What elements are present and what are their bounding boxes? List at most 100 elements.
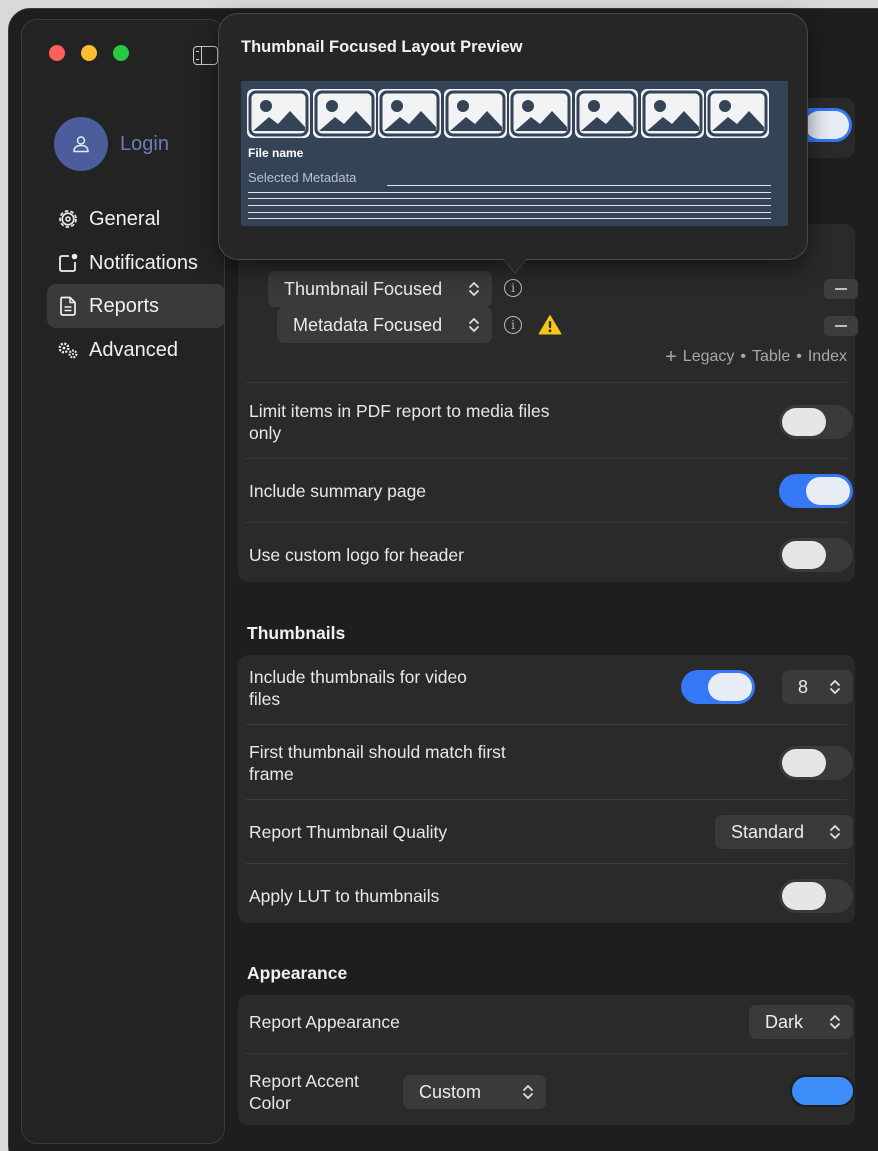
first-frame-toggle[interactable] [779,746,853,780]
custom-logo-label: Use custom logo for header [249,545,464,565]
thumbnails-section-title: Thumbnails [247,623,346,643]
report-appearance-label: Report Appearance [249,1012,400,1032]
sidebar-item-advanced[interactable]: Advanced [47,328,225,372]
person-icon [73,136,89,153]
video-thumbs-label: Include thumbnails for video files [249,667,467,709]
custom-logo-row: Use custom logo for header [238,544,855,566]
sidebar-toggle-icon[interactable] [193,46,218,65]
toggle-knob [782,749,826,777]
sidebar-item-reports[interactable]: Reports [47,284,225,328]
close-window-button[interactable] [49,45,65,61]
apply-lut-label: Apply LUT to thumbnails [249,886,440,906]
info-icon[interactable]: i [504,279,522,297]
sidebar-item-label: Reports [89,294,160,317]
metadata-line [387,185,771,186]
metadata-line [248,205,771,206]
video-thumbs-count-value: 8 [798,676,809,697]
quality-label: Report Thumbnail Quality [249,822,448,842]
toggle-knob [708,673,752,701]
remove-layout-button[interactable] [824,279,858,299]
sidebar-item-label: General [89,207,161,230]
separator-dot: • [796,348,802,365]
avatar [54,117,108,171]
layout-preview-tooltip: Thumbnail Focused Layout Preview File na… [218,13,808,260]
report-appearance-select[interactable]: Dark [749,1005,853,1039]
image-placeholder-icon [640,89,704,138]
chevron-updown-icon [830,680,840,694]
metadata-line [248,218,771,219]
zoom-window-button[interactable] [113,45,129,61]
summary-page-row: Include summary page [238,480,855,502]
login-button[interactable]: Login [54,117,169,171]
reports-card: Thumbnail Focused i Metadata Focused i +… [238,224,858,582]
remove-layout-button[interactable] [824,316,858,336]
chevron-updown-icon [830,1015,840,1029]
limit-media-row: Limit items in PDF report to media files… [238,399,558,445]
quality-select-value: Standard [731,821,805,842]
sidebar: Login General Notifications Reports Adva… [21,19,225,1144]
quality-select[interactable]: Standard [715,815,853,849]
add-legacy-link[interactable]: Legacy [683,348,735,366]
preview-file-name: File name [248,146,304,160]
sidebar-item-notifications[interactable]: Notifications [47,241,225,285]
add-layout-links: + Legacy • Table • Index [665,347,847,367]
metadata-line [248,192,771,193]
accent-color-select[interactable]: Custom [403,1075,546,1109]
video-thumbs-toggle[interactable] [681,670,755,704]
sidebar-item-label: Notifications [89,251,198,274]
layout-select-value: Metadata Focused [293,314,443,335]
image-placeholder-icon [509,89,573,138]
toggle-knob [805,111,849,139]
image-placeholder-icon [706,89,770,138]
add-table-link[interactable]: Table [752,348,790,366]
custom-logo-toggle[interactable] [779,538,853,572]
toggle-knob [806,477,850,505]
toggle-knob [782,408,826,436]
chevron-updown-icon [469,318,479,332]
warning-icon[interactable] [538,314,562,335]
chevron-updown-icon [830,825,840,839]
apply-lut-toggle[interactable] [779,879,853,913]
login-label: Login [120,132,169,155]
video-thumbs-count-stepper[interactable]: 8 [782,670,853,704]
divider [246,863,847,864]
add-index-link[interactable]: Index [808,348,847,366]
layout-select-value: Thumbnail Focused [284,278,443,299]
divider [246,382,847,383]
info-icon[interactable]: i [504,316,522,334]
metadata-line [248,212,771,213]
summary-page-toggle[interactable] [779,474,853,508]
accent-color-label: Report Accent Color [249,1071,359,1113]
limit-media-toggle[interactable] [779,405,853,439]
sidebar-item-label: Advanced [89,338,178,361]
image-placeholder-icon [312,89,376,138]
notification-icon [55,250,81,276]
chevron-updown-icon [469,282,479,296]
accent-color-well[interactable] [790,1075,855,1107]
thumbnails-card: Include thumbnails for video files 8 Fir… [238,655,855,923]
summary-page-label: Include summary page [249,481,427,501]
document-icon [55,293,81,319]
toggle-knob [782,541,826,569]
apply-lut-row: Apply LUT to thumbnails [238,885,855,907]
image-placeholder-icon [443,89,507,138]
divider [246,724,847,725]
gears-icon [55,337,81,363]
sidebar-item-general[interactable]: General [47,197,225,241]
divider [246,1053,847,1054]
image-placeholder-icon [247,89,310,138]
minimize-window-button[interactable] [81,45,97,61]
first-frame-label: First thumbnail should match first frame [249,742,506,784]
accent-color-row: Report Accent Color [238,1069,388,1115]
chevron-updown-icon [523,1085,533,1099]
preview-selected-metadata: Selected Metadata [248,170,357,185]
appearance-card: Report Appearance Dark Report Accent Col… [238,995,855,1125]
layout-select-thumbnail-focused[interactable]: Thumbnail Focused [268,271,492,307]
first-frame-row: First thumbnail should match first frame [238,740,518,786]
tooltip-arrow [503,258,527,272]
divider [246,799,847,800]
divider [246,522,847,523]
tooltip-title: Thumbnail Focused Layout Preview [241,38,523,56]
separator-dot: • [740,348,746,365]
layout-select-metadata-focused[interactable]: Metadata Focused [277,307,492,343]
